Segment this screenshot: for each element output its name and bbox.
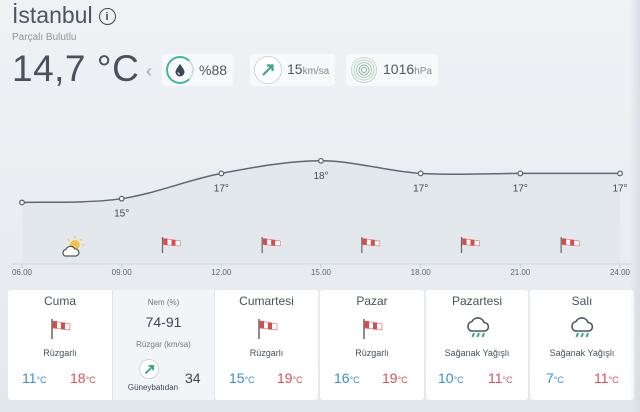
humidity-range: 74-91 [145, 314, 182, 330]
day-desc: Rüzgarlı [43, 348, 77, 358]
day-name: Salı [571, 294, 593, 308]
pressure-ripple-icon [350, 56, 378, 84]
day-desc: Rüzgarlı [355, 348, 389, 358]
wind-direction-icon [139, 359, 159, 379]
chart-tick-label: 09.00 [112, 268, 133, 277]
wind-label: Rüzgar (km/sa) [136, 340, 191, 349]
info-icon[interactable]: i [98, 8, 116, 25]
chart-data-label: 17° [513, 183, 528, 194]
day-high-temp: 19°C [382, 370, 408, 386]
rain-shower-icon [464, 317, 492, 346]
chart-tick-label: 24.00 [610, 268, 631, 277]
chevron-left-icon[interactable]: ‹ [146, 61, 152, 82]
day-card-pazartesi[interactable]: Pazartesi Sağanak Yağışlı 10°C 11°C [426, 290, 528, 400]
chart-point [617, 170, 623, 177]
day-low-temp: 16°C [334, 370, 360, 386]
current-temperature: 14,7 °C [12, 48, 140, 89]
wind-direction: Güneybatıdan [127, 383, 179, 392]
wind-stat: 15km/sa [250, 54, 336, 86]
chart-data-label: 15° [114, 209, 129, 220]
wind-speed: 34 [185, 370, 201, 386]
chart-point [517, 170, 524, 177]
chart-tick-label: 21.00 [510, 268, 531, 277]
wind-flag-icon [362, 318, 384, 345]
day-low-temp: 10°C [438, 370, 464, 386]
day-desc: Sağanak Yağışlı [444, 348, 510, 358]
scroll-edge [630, 0, 640, 412]
wind-arrow-icon [254, 56, 282, 84]
pressure-unit: hPa [414, 66, 432, 77]
day-low-temp: 15°C [229, 370, 255, 386]
day-card-sali[interactable]: Salı Sağanak Yağışlı 7°C 11°C [530, 290, 634, 400]
day-high-temp: 11°C [594, 370, 619, 386]
wind-flag-icon [257, 318, 279, 345]
day-low-temp: 7°C [546, 370, 564, 386]
water-drop-icon [166, 56, 194, 84]
wind-value: 15 [287, 61, 303, 77]
day-name: Pazar [356, 294, 388, 308]
chart-data-label: 18° [313, 171, 328, 182]
wind-flag-icon [50, 318, 72, 345]
chart-tick-label: 15.00 [311, 268, 332, 277]
chart-data-label: 17° [413, 183, 428, 194]
daily-forecast: Cuma Rüzgarlı 11°C 18°C Nem (%) 74-91 Rü… [8, 290, 634, 400]
day-desc: Sağanak Yağışlı [549, 348, 615, 358]
day-card-cuma[interactable]: Cuma Rüzgarlı 11°C 18°C Nem (%) 74-91 Rü… [8, 290, 214, 400]
hourly-temperature-chart: 06.00 15° 09.00 17° 12.00 18° 15.00 17° 18.00 17°… [12, 157, 632, 277]
chart-point [218, 170, 225, 177]
city-name: İstanbul i [12, 2, 116, 29]
day-high-temp: 18°C [70, 370, 96, 386]
chart-point [417, 170, 424, 177]
humidity-stat: %88 [162, 54, 234, 86]
pressure-value: 1016 [383, 61, 415, 77]
humidity-value: %88 [199, 62, 228, 78]
day-card-cumartesi[interactable]: Cumartesi Rüzgarlı 15°C 19°C [214, 290, 318, 400]
rain-shower-icon [568, 317, 596, 346]
day-desc: Rüzgarlı [249, 348, 284, 358]
day-detail-panel: Nem (%) 74-91 Rüzgar (km/sa) Güneybatıda… [112, 290, 214, 400]
day-name: Cumartesi [239, 294, 294, 308]
wind-unit: km/sa [302, 66, 330, 77]
day-card-pazar[interactable]: Pazar Rüzgarlı 16°C 19°C [320, 290, 424, 400]
day-name: Cuma [43, 294, 76, 308]
day-name: Pazartesi [451, 294, 503, 308]
day-high-temp: 11°C [488, 370, 513, 386]
chart-data-label: 17° [214, 183, 229, 194]
location-header: İstanbul i Parçalı Bulutlu [12, 2, 116, 43]
chart-tick-label: 06.00 [12, 268, 33, 277]
chart-point [318, 157, 324, 164]
chart-point [19, 199, 25, 206]
chart-tick-label: 18.00 [411, 268, 432, 277]
chart-point [118, 195, 125, 202]
day-low-temp: 11°C [22, 370, 47, 386]
day-high-temp: 19°C [277, 370, 303, 386]
condition-text: Parçalı Bulutlu [12, 32, 77, 43]
pressure-stat: 1016hPa [346, 54, 438, 86]
humidity-label: Nem (%) [147, 298, 180, 307]
chart-tick-label: 12.00 [211, 268, 232, 277]
city-label: İstanbul [12, 2, 93, 28]
chart-data-label: 17° [612, 183, 627, 194]
